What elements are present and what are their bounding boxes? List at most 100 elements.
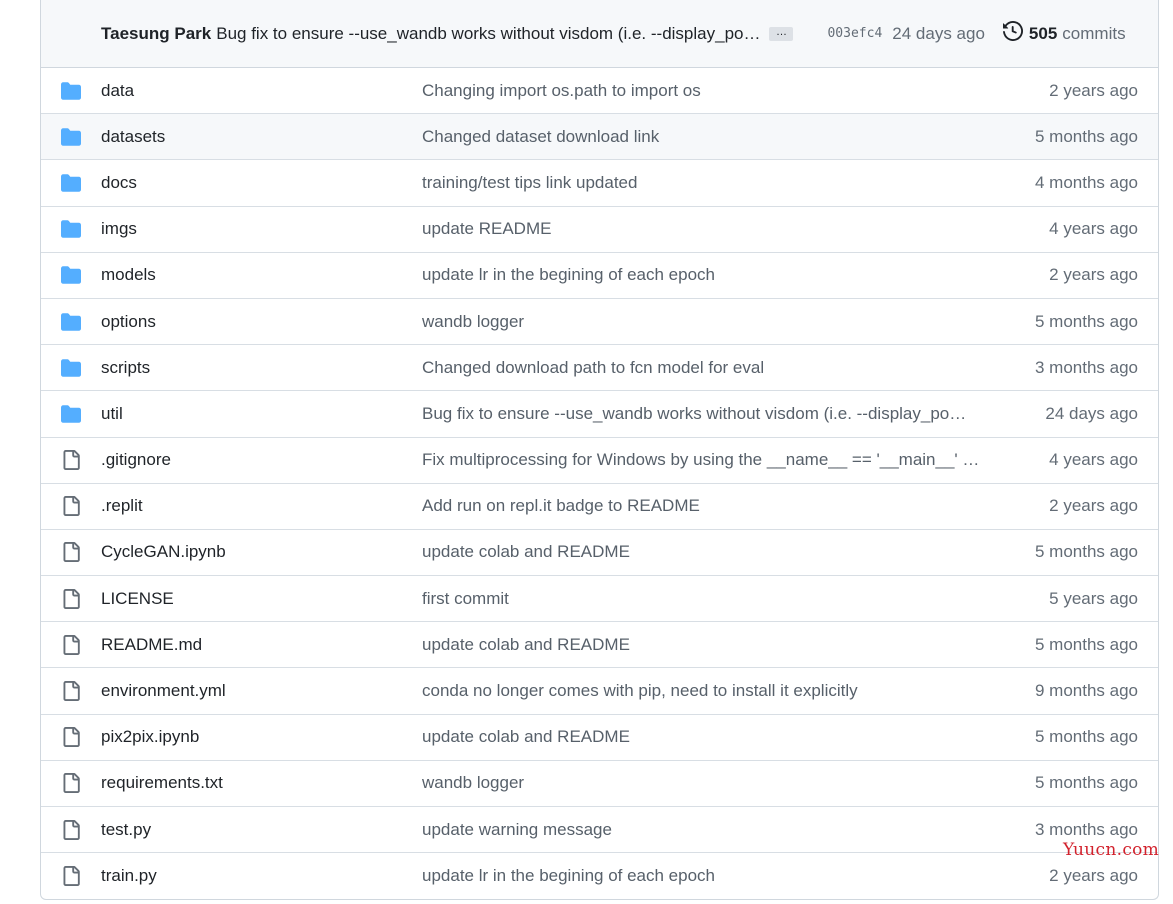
- file-name-link[interactable]: test.py: [101, 820, 151, 840]
- file-icon: [61, 542, 81, 563]
- file-row[interactable]: LICENSE first commit 5 years ago: [41, 576, 1158, 623]
- commit-message-link[interactable]: Add run on repl.it badge to README: [422, 496, 982, 516]
- commit-message-link[interactable]: update colab and README: [422, 727, 982, 747]
- file-row[interactable]: options wandb logger 5 months ago: [41, 299, 1158, 346]
- file-row[interactable]: test.py update warning message 3 months ag…: [41, 807, 1158, 854]
- commits-label: commits: [1062, 23, 1126, 43]
- commit-age: 2 years ago: [1049, 265, 1138, 285]
- file-row[interactable]: environment.yml conda no longer comes wit…: [41, 668, 1158, 715]
- commit-age: 4 years ago: [1049, 450, 1138, 470]
- commit-message-link[interactable]: first commit: [422, 589, 982, 609]
- file-icon: [61, 727, 81, 748]
- commit-time: 24 days ago: [892, 23, 985, 43]
- file-name-link[interactable]: models: [101, 265, 156, 285]
- commit-age: 5 months ago: [1034, 773, 1138, 793]
- commits-count: 505: [1028, 23, 1058, 43]
- file-row[interactable]: models update lr in the begining of each …: [41, 253, 1158, 299]
- file-name-link[interactable]: CycleGAN.ipynb: [101, 542, 226, 562]
- commit-age: 3 months ago: [1034, 357, 1138, 377]
- commit-age: 5 months ago: [1034, 727, 1138, 747]
- commit-age: 2 years ago: [1049, 866, 1138, 886]
- commit-message-link[interactable]: conda no longer comes with pip, need to …: [422, 681, 982, 701]
- latest-commit-bar: Taesung Park Bug fix to ensure --use_wan…: [41, 0, 1158, 68]
- commit-age: 24 days ago: [1045, 403, 1138, 423]
- commit-message-link[interactable]: Fix multiprocessing for Windows by using…: [422, 450, 982, 470]
- file-row[interactable]: data Changing import os.path to import os…: [41, 68, 1158, 115]
- commit-age: 9 months ago: [1034, 681, 1138, 701]
- commit-message-link[interactable]: Bug fix to ensure --use_wandb works with…: [422, 404, 982, 424]
- folder-icon: [61, 127, 81, 147]
- file-row[interactable]: CycleGAN.ipynb update colab and README 5 m…: [41, 530, 1158, 577]
- commit-message-link[interactable]: update lr in the begining of each epoch: [422, 265, 982, 285]
- commit-message-link[interactable]: wandb logger: [422, 773, 982, 793]
- commit-age: 5 years ago: [1049, 588, 1138, 608]
- commit-sha[interactable]: 003efc4: [827, 26, 882, 41]
- file-row[interactable]: imgs update README 4 years ago: [41, 207, 1158, 253]
- file-icon: [61, 634, 81, 655]
- commit-message-link[interactable]: Changed download path to fcn model for e…: [422, 358, 982, 378]
- folder-icon: [61, 219, 81, 239]
- commit-message-link[interactable]: wandb logger: [422, 312, 982, 332]
- file-row[interactable]: requirements.txt wandb logger 5 months ago: [41, 761, 1158, 807]
- file-icon: [61, 450, 81, 471]
- file-name-link[interactable]: options: [101, 312, 156, 332]
- file-name-link[interactable]: docs: [101, 173, 137, 193]
- watermark: Yuucn.com: [1063, 840, 1160, 860]
- file-name-link[interactable]: LICENSE: [101, 589, 174, 609]
- history-icon: [1002, 20, 1029, 46]
- file-row[interactable]: .gitignore Fix multiprocessing for Window…: [41, 438, 1158, 484]
- commit-age: 5 months ago: [1034, 542, 1138, 562]
- commit-age: 2 years ago: [1049, 80, 1138, 100]
- file-row[interactable]: datasets Changed dataset download link 5 m…: [41, 114, 1158, 161]
- folder-icon: [61, 312, 81, 332]
- file-icon: [61, 496, 81, 517]
- file-row[interactable]: util Bug fix to ensure --use_wandb works …: [41, 391, 1158, 438]
- latest-commit-message[interactable]: Bug fix to ensure --use_wandb works with…: [216, 24, 760, 44]
- commit-message-link[interactable]: update colab and README: [422, 635, 982, 655]
- commit-author[interactable]: Taesung Park: [101, 24, 211, 44]
- file-name-link[interactable]: imgs: [101, 219, 137, 239]
- commit-age: 2 years ago: [1049, 496, 1138, 516]
- file-icon: [61, 819, 81, 840]
- file-row[interactable]: README.md update colab and README 5 months…: [41, 622, 1158, 669]
- folder-icon: [61, 173, 81, 193]
- commit-age: 4 years ago: [1049, 219, 1138, 239]
- folder-icon: [61, 404, 81, 424]
- commit-age: 5 months ago: [1034, 126, 1138, 146]
- commit-message-link[interactable]: update colab and README: [422, 542, 982, 562]
- file-row[interactable]: train.py update lr in the begining of eac…: [41, 853, 1158, 899]
- commit-age: 5 months ago: [1034, 634, 1138, 654]
- file-row[interactable]: pix2pix.ipynb update colab and README 5 mo…: [41, 715, 1158, 761]
- file-name-link[interactable]: README.md: [101, 635, 202, 655]
- file-row[interactable]: scripts Changed download path to fcn mode…: [41, 345, 1158, 392]
- commit-message-link[interactable]: update lr in the begining of each epoch: [422, 866, 982, 886]
- commit-message-link[interactable]: update README: [422, 219, 982, 239]
- file-browser: Taesung Park Bug fix to ensure --use_wan…: [40, 0, 1159, 900]
- commit-message-link[interactable]: Changed dataset download link: [422, 127, 982, 147]
- folder-icon: [61, 265, 81, 285]
- file-name-link[interactable]: .gitignore: [101, 450, 171, 470]
- file-name-link[interactable]: scripts: [101, 358, 150, 378]
- file-name-link[interactable]: pix2pix.ipynb: [101, 727, 199, 747]
- commit-age: 3 months ago: [1034, 819, 1138, 839]
- file-row[interactable]: .replit Add run on repl.it badge to READM…: [41, 484, 1158, 530]
- commit-message-link[interactable]: training/test tips link updated: [422, 173, 982, 193]
- file-name-link[interactable]: util: [101, 404, 123, 424]
- file-name-link[interactable]: datasets: [101, 127, 165, 147]
- file-row[interactable]: docs training/test tips link updated 4 mon…: [41, 160, 1158, 207]
- commits-history-link[interactable]: 505 commits: [1002, 20, 1126, 46]
- commit-age: 4 months ago: [1034, 172, 1138, 192]
- commit-message-link[interactable]: update warning message: [422, 820, 982, 840]
- file-list: data Changing import os.path to import os…: [41, 68, 1158, 899]
- file-name-link[interactable]: data: [101, 81, 134, 101]
- expand-commit-message-button[interactable]: …: [769, 26, 794, 41]
- commit-message-link[interactable]: Changing import os.path to import os: [422, 81, 982, 101]
- file-icon: [61, 588, 81, 609]
- file-name-link[interactable]: .replit: [101, 496, 143, 516]
- file-name-link[interactable]: requirements.txt: [101, 773, 223, 793]
- folder-icon: [61, 81, 81, 101]
- file-icon: [61, 681, 81, 702]
- file-name-link[interactable]: environment.yml: [101, 681, 226, 701]
- file-name-link[interactable]: train.py: [101, 866, 157, 886]
- file-icon: [61, 773, 81, 794]
